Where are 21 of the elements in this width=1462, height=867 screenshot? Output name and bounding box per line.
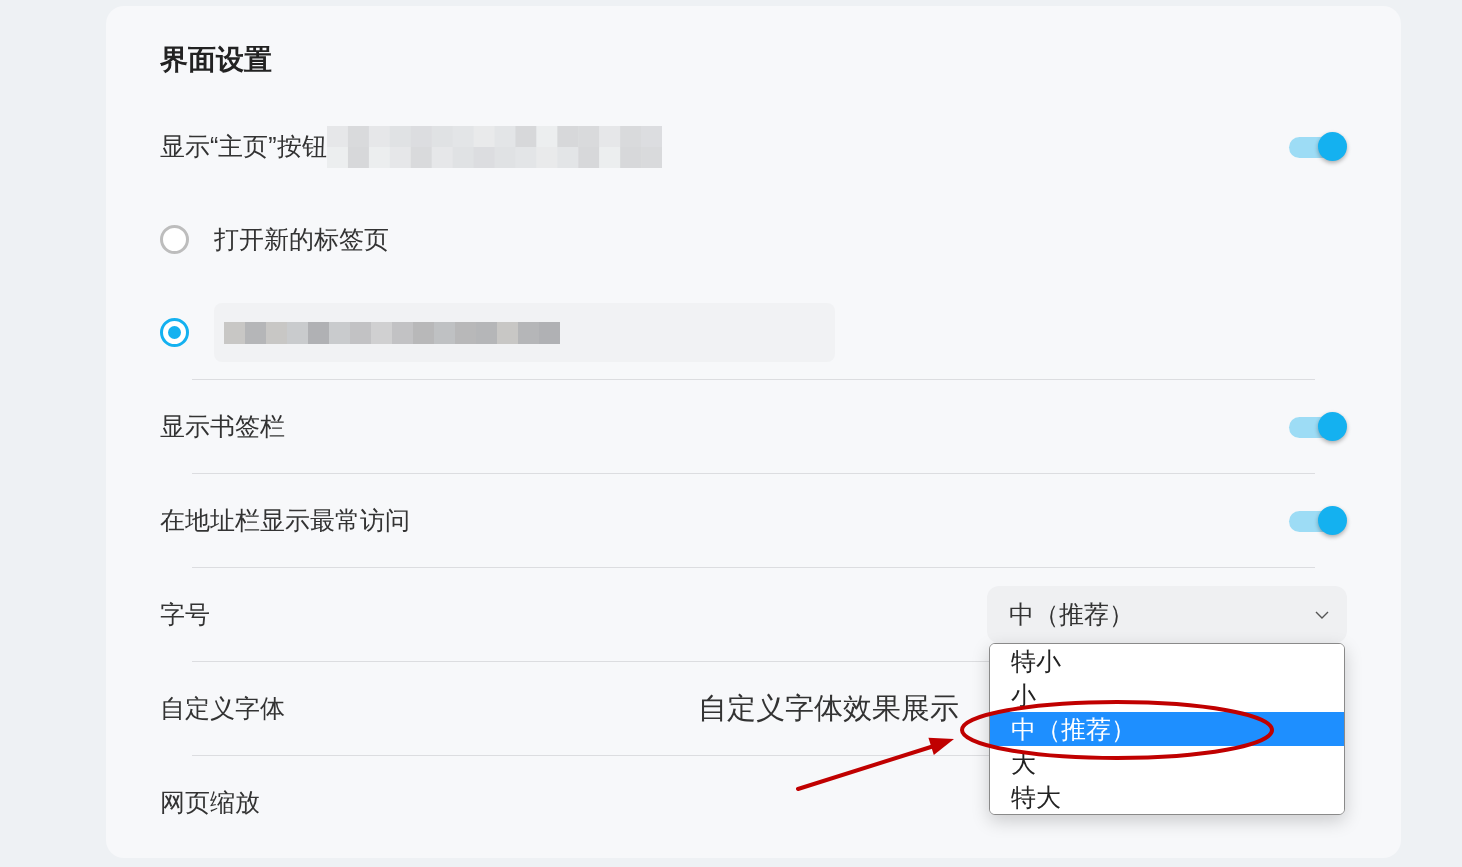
toggle-switch[interactable]: [1289, 411, 1347, 442]
dropdown-option[interactable]: 小: [990, 678, 1344, 712]
section-title: 界面设置: [160, 43, 272, 77]
chevron-down-icon: [1315, 610, 1329, 619]
dropdown-option[interactable]: 特小: [990, 644, 1344, 678]
dropdown-option[interactable]: 特大: [990, 780, 1344, 814]
setting-label: 显示书签栏: [160, 410, 285, 442]
setting-label: 在地址栏显示最常访问: [160, 504, 410, 536]
input-field[interactable]: [214, 303, 835, 362]
toggle-switch[interactable]: [1289, 131, 1347, 162]
radio-button[interactable]: [160, 225, 189, 254]
radio-button[interactable]: [160, 318, 189, 347]
font-preview-text: 自定义字体效果展示: [698, 690, 959, 726]
setting-label: 字号: [160, 598, 210, 630]
toggle-switch[interactable]: [1289, 505, 1347, 536]
setting-label: 网页缩放: [160, 786, 260, 818]
dropdown-option[interactable]: 大: [990, 746, 1344, 780]
setting-label: 自定义字体: [160, 692, 285, 724]
font-size-select[interactable]: 中（推荐）: [987, 586, 1347, 643]
setting-label: 显示“主页”按钮: [160, 130, 327, 162]
option-label: 打开新的标签页: [214, 223, 389, 255]
